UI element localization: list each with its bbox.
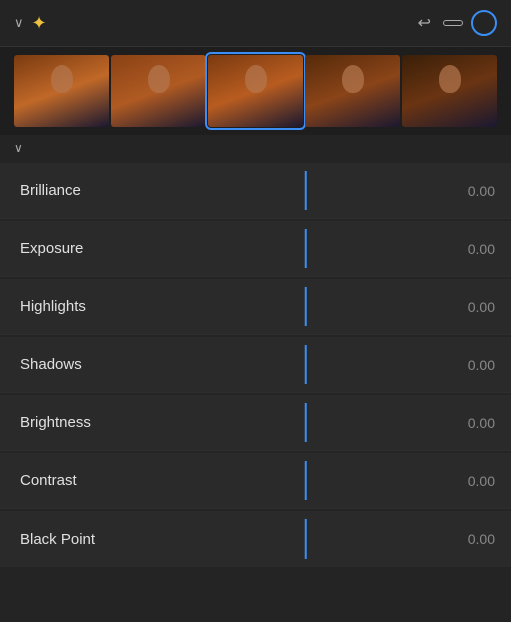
slider-track-1[interactable] [160, 221, 451, 276]
slider-value-0: 0.00 [451, 183, 511, 199]
slider-track-2[interactable] [160, 279, 451, 334]
slider-label-4: Brightness [0, 414, 160, 431]
thumbnail-4[interactable] [305, 55, 400, 127]
slider-row-exposure[interactable]: Exposure 0.00 [0, 221, 511, 277]
slider-value-5: 0.00 [451, 473, 511, 489]
options-chevron[interactable]: ∨ [14, 141, 23, 155]
auto-button[interactable] [443, 20, 463, 26]
thumbnail-2[interactable] [111, 55, 206, 127]
slider-value-3: 0.00 [451, 357, 511, 373]
slider-label-3: Shadows [0, 356, 160, 373]
thumbnail-3[interactable] [208, 55, 303, 127]
slider-row-highlights[interactable]: Highlights 0.00 [0, 279, 511, 335]
slider-value-2: 0.00 [451, 299, 511, 315]
slider-label-2: Highlights [0, 298, 160, 315]
thumbnail-1[interactable] [14, 55, 109, 127]
circle-toggle-button[interactable] [471, 10, 497, 36]
thumbnail-5[interactable] [402, 55, 497, 127]
slider-row-brilliance[interactable]: Brilliance 0.00 [0, 163, 511, 219]
panel-header: ∨ ✦ ↩ [0, 0, 511, 47]
header-actions: ↩ [414, 10, 497, 36]
slider-value-1: 0.00 [451, 241, 511, 257]
slider-value-4: 0.00 [451, 415, 511, 431]
slider-value-6: 0.00 [451, 531, 511, 547]
light-panel: ∨ ✦ ↩ ∨ Brilliance0.00Exposure0.00Highli… [0, 0, 511, 622]
undo-button[interactable]: ↩ [414, 11, 435, 35]
sun-icon: ✦ [32, 13, 47, 34]
options-header: ∨ [0, 135, 511, 159]
slider-row-contrast[interactable]: Contrast 0.00 [0, 453, 511, 509]
thumbnails-strip [0, 47, 511, 135]
slider-row-brightness[interactable]: Brightness 0.00 [0, 395, 511, 451]
slider-track-4[interactable] [160, 395, 451, 450]
slider-label-5: Contrast [0, 472, 160, 489]
slider-track-0[interactable] [160, 163, 451, 218]
sliders-container: Brilliance 0.00 Exposure 0.00 Highlights 0.00… [0, 159, 511, 571]
slider-label-6: Black Point [0, 531, 160, 548]
slider-track-5[interactable] [160, 453, 451, 508]
slider-row-shadows[interactable]: Shadows 0.00 [0, 337, 511, 393]
slider-track-3[interactable] [160, 337, 451, 392]
slider-row-black-point[interactable]: Black Point 0.00 [0, 511, 511, 567]
collapse-chevron[interactable]: ∨ [14, 15, 24, 31]
slider-label-0: Brilliance [0, 182, 160, 199]
slider-label-1: Exposure [0, 240, 160, 257]
slider-track-6[interactable] [160, 511, 451, 567]
